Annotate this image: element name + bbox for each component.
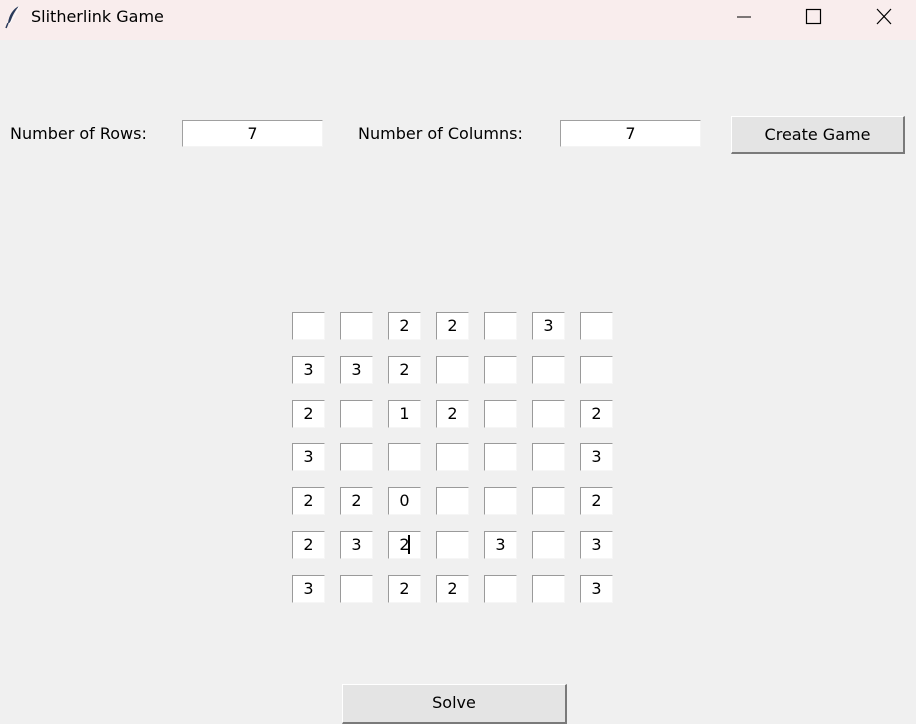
grid-cell[interactable] xyxy=(340,312,373,340)
grid-cell[interactable]: 3 xyxy=(484,531,517,559)
grid-cell[interactable]: 2 xyxy=(436,575,469,603)
grid-cell[interactable] xyxy=(484,356,517,384)
grid-cell[interactable] xyxy=(340,443,373,471)
maximize-icon xyxy=(805,8,822,25)
close-button[interactable] xyxy=(860,0,908,34)
grid-cell[interactable] xyxy=(436,487,469,515)
grid-cell[interactable]: 3 xyxy=(292,356,325,384)
grid-cell[interactable] xyxy=(292,312,325,340)
grid-cell[interactable]: 2 xyxy=(340,487,373,515)
grid-cell[interactable] xyxy=(532,356,565,384)
grid-cell[interactable]: 2 xyxy=(436,312,469,340)
grid-cell[interactable]: 2 xyxy=(292,400,325,428)
solve-button[interactable]: Solve xyxy=(342,684,567,724)
grid-cell[interactable] xyxy=(484,487,517,515)
minimize-button[interactable] xyxy=(720,0,768,34)
grid-cell[interactable]: 2 xyxy=(388,312,421,340)
grid-cell[interactable]: 2 xyxy=(580,400,613,428)
grid-cell[interactable]: 2 xyxy=(292,531,325,559)
grid-cell[interactable]: 3 xyxy=(292,575,325,603)
grid-cell[interactable] xyxy=(436,443,469,471)
grid-cell[interactable]: 2 xyxy=(388,575,421,603)
grid-cell[interactable] xyxy=(532,487,565,515)
grid-cell[interactable] xyxy=(484,575,517,603)
grid-cell[interactable] xyxy=(532,531,565,559)
maximize-button[interactable] xyxy=(789,0,837,34)
window-title: Slitherlink Game xyxy=(31,7,164,26)
grid-cell[interactable]: 3 xyxy=(580,443,613,471)
grid-cell[interactable]: 2 xyxy=(388,356,421,384)
grid-cell[interactable] xyxy=(532,575,565,603)
grid-cell[interactable]: 3 xyxy=(580,531,613,559)
create-game-button[interactable]: Create Game xyxy=(731,116,905,154)
grid-cell[interactable]: 3 xyxy=(340,356,373,384)
grid-cell[interactable]: 2 xyxy=(436,400,469,428)
grid-cell[interactable] xyxy=(580,356,613,384)
grid-cell[interactable] xyxy=(436,356,469,384)
grid-cell[interactable] xyxy=(340,575,373,603)
rows-input[interactable]: 7 xyxy=(182,120,323,147)
minimize-icon xyxy=(737,16,751,18)
grid-cell[interactable] xyxy=(388,443,421,471)
grid-cell[interactable]: 3 xyxy=(292,443,325,471)
close-icon xyxy=(876,8,892,25)
grid-cell[interactable]: 2 xyxy=(292,487,325,515)
grid-cell[interactable]: 0 xyxy=(388,487,421,515)
grid-cell[interactable]: 2 xyxy=(388,531,421,559)
grid-cell[interactable]: 2 xyxy=(580,487,613,515)
grid-cell[interactable]: 1 xyxy=(388,400,421,428)
grid-cell[interactable] xyxy=(484,400,517,428)
title-bar: Slitherlink Game xyxy=(0,0,916,40)
grid-cell[interactable] xyxy=(484,443,517,471)
grid-cell[interactable] xyxy=(484,312,517,340)
grid-cell[interactable]: 3 xyxy=(580,575,613,603)
grid-cell[interactable]: 3 xyxy=(340,531,373,559)
feather-icon xyxy=(4,5,24,29)
rows-label: Number of Rows: xyxy=(10,124,147,143)
columns-input[interactable]: 7 xyxy=(560,120,701,147)
grid-cell[interactable] xyxy=(532,443,565,471)
columns-label: Number of Columns: xyxy=(358,124,523,143)
grid-cell[interactable] xyxy=(436,531,469,559)
grid-cell[interactable] xyxy=(580,312,613,340)
text-caret xyxy=(407,535,410,554)
grid-cell[interactable] xyxy=(340,400,373,428)
grid-cell[interactable]: 3 xyxy=(532,312,565,340)
grid-cell[interactable] xyxy=(532,400,565,428)
